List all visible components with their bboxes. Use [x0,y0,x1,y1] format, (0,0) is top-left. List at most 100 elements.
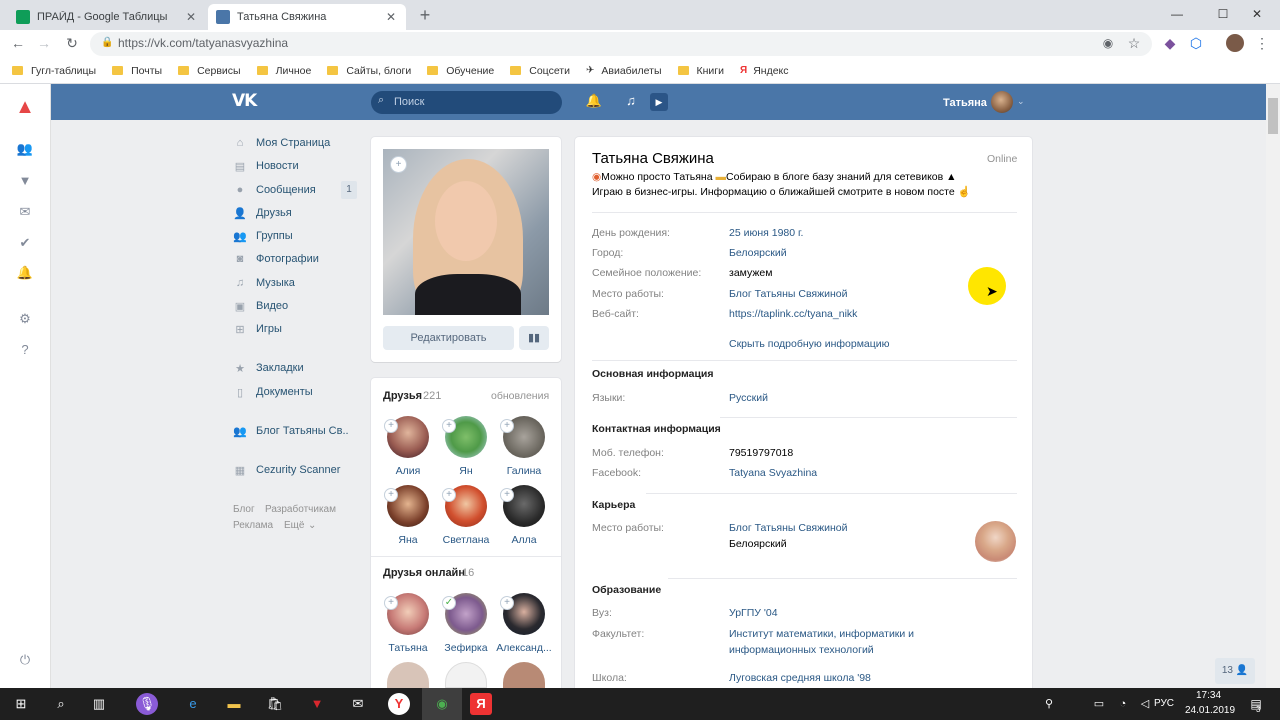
add-friend-icon[interactable]: + [442,488,456,502]
add-friend-icon[interactable]: + [500,488,514,502]
status-text[interactable]: ◉Можно просто Татьяна ▬Собираю в блоге б… [592,171,957,183]
minimize-button[interactable]: — [1154,0,1200,28]
chat-counter[interactable]: 13 👤 [1215,658,1255,684]
info-value-website[interactable]: https://taplink.cc/tyana_nikk [729,308,857,320]
sidebar-item-blog-group[interactable]: 👥 Блог Татьяны Св.. [233,421,348,441]
file-explorer-icon[interactable]: ▬ [223,693,245,715]
sidebar-item-bookmarks[interactable]: ★ Закладки [233,358,304,378]
close-window-button[interactable]: ✕ [1234,0,1280,28]
profile-avatar[interactable] [1226,34,1244,52]
info-value-birthday[interactable]: 25 июня 1980 г. [729,227,803,239]
bookmark-item[interactable]: ✈ Авиабилеты [586,65,662,77]
tab-vk-profile[interactable]: Татьяна Свяжина ✕ [208,4,406,30]
friends-title[interactable]: Друзья [383,390,422,402]
footer-link-ads[interactable]: Реклама [233,520,273,531]
bell-icon[interactable]: 🔔 [585,93,603,111]
info-value-work[interactable]: Блог Татьяны Свяжиной [729,288,848,300]
battery-icon[interactable]: ▭ [1088,693,1110,715]
chevron-down-icon[interactable]: ⌄ [1017,96,1025,107]
people-icon[interactable]: ⚲ [1038,693,1060,715]
close-icon[interactable]: ✕ [384,10,398,24]
language-indicator[interactable]: РУС [1154,698,1174,709]
filter-icon[interactable]: ▼ [14,173,36,193]
bookmark-item[interactable]: Гугл-таблицы [12,65,96,77]
clock-date[interactable]: 24.01.2019 [1185,705,1235,716]
extension-icon[interactable]: ◉ [1098,33,1118,53]
bookmark-item[interactable]: Обучение [427,65,494,77]
menu-dots-icon[interactable]: ⋮ [1252,33,1272,53]
wifi-icon[interactable]: ◔ [1112,693,1134,715]
sidebar-item-groups[interactable]: 👥 Группы [233,226,293,246]
sidebar-item-photos[interactable]: ◙ Фотографии [233,249,319,269]
mcafee-icon[interactable]: ▼ [306,693,328,715]
vk-logo[interactable]: VK [232,91,257,111]
windows-start-icon[interactable]: ⊞ [10,693,32,715]
header-avatar[interactable] [991,91,1013,113]
viber-icon[interactable]: ◆ [1160,33,1180,53]
footer-link-blog[interactable]: Блог [233,504,255,515]
extension-hex-icon[interactable]: ⬡ [1186,33,1206,53]
bookmark-star-icon[interactable]: ☆ [1124,33,1144,53]
task-view-icon[interactable]: ▥ [88,693,110,715]
clock-time[interactable]: 17:34 [1196,690,1221,701]
info-value-university[interactable]: УрГПУ '04 [729,607,778,619]
friends-updates-link[interactable]: обновления [491,390,549,402]
sidebar-item-messages[interactable]: ● Сообщения [233,180,316,200]
bookmark-item[interactable]: Сервисы [178,65,241,77]
reload-icon[interactable]: ↻ [62,33,82,53]
power-icon[interactable]: ⏻ [14,652,36,672]
close-icon[interactable]: ✕ [184,10,198,24]
sidebar-item-cezurity[interactable]: ▦ Cezurity Scanner [233,460,341,480]
info-value-faculty[interactable]: Институт математики, информатики и [729,628,914,640]
sidebar-item-my-page[interactable]: ⌂ Моя Страница [233,133,331,153]
url-text[interactable]: https://vk.com/tatyanasvyazhina [118,36,288,50]
bookmark-item[interactable]: Почты [112,65,162,77]
help-icon[interactable]: ? [14,342,36,362]
volume-icon[interactable]: ◁ [1134,693,1156,715]
warning-icon[interactable]: ▲ [14,96,36,118]
add-friend-icon[interactable]: + [500,419,514,433]
scrollbar[interactable] [1266,84,1280,688]
info-value-city[interactable]: Белоярский [729,247,787,259]
tab-google-sheets[interactable]: ПРАЙД - Google Таблицы ✕ [8,4,206,30]
new-tab-button[interactable]: + [414,4,436,26]
status-text-line2[interactable]: Играю в бизнес-игры. Информацию о ближай… [592,185,971,198]
sidebar-item-documents[interactable]: ▯ Документы [233,382,313,402]
bell-icon[interactable]: 🔔 [14,265,36,285]
header-user-name[interactable]: Татьяна [943,97,987,109]
check-icon[interactable]: ✔ [14,235,36,255]
footer-link-more[interactable]: Ещё [284,520,304,531]
play-icon[interactable]: ▶ [650,93,668,111]
mail-icon[interactable]: ✉ [14,204,36,224]
add-friend-icon[interactable]: + [384,596,398,610]
edge-icon[interactable]: e [182,693,204,715]
mail-icon[interactable]: ✉ [347,693,369,715]
bookmark-item[interactable]: Я Яндекс [740,65,789,77]
bookmark-item[interactable]: Личное [256,65,311,77]
forward-icon[interactable]: → [34,33,54,53]
back-icon[interactable]: ← [8,33,28,53]
career-group-avatar[interactable] [975,521,1016,562]
cortana-mic-icon[interactable]: 🎙 [136,693,158,715]
chrome-taskbar-item[interactable]: ◉ [422,688,462,720]
add-friend-icon[interactable]: + [500,596,514,610]
bookmark-item[interactable]: Соцсети [510,65,570,77]
yandex-app-icon[interactable]: Я [470,693,492,715]
sidebar-item-news[interactable]: ▤ Новости [233,156,299,176]
sidebar-item-video[interactable]: ▣ Видео [233,296,288,316]
bookmark-item[interactable]: Книги [677,65,724,77]
info-value-faculty-2[interactable]: информационных технологий [729,644,874,656]
online-friends-title[interactable]: Друзья онлайн [383,567,465,579]
gear-icon[interactable]: ⚙ [14,311,36,331]
edit-profile-button[interactable]: Редактировать [383,326,514,350]
add-friend-icon[interactable]: + [384,488,398,502]
add-friend-icon[interactable]: + [442,419,456,433]
yandex-browser-icon[interactable]: Y [388,693,410,715]
profile-photo[interactable] [383,149,549,315]
stats-button[interactable]: ▮▮ [519,326,549,350]
info-value-career-place[interactable]: Блог Татьяны Свяжиной [729,522,848,534]
scrollbar-thumb[interactable] [1268,98,1278,134]
info-value-facebook[interactable]: Tatyana Svyazhina [729,467,817,479]
info-value-languages[interactable]: Русский [729,392,768,404]
store-icon[interactable]: 🛍 [264,693,286,715]
